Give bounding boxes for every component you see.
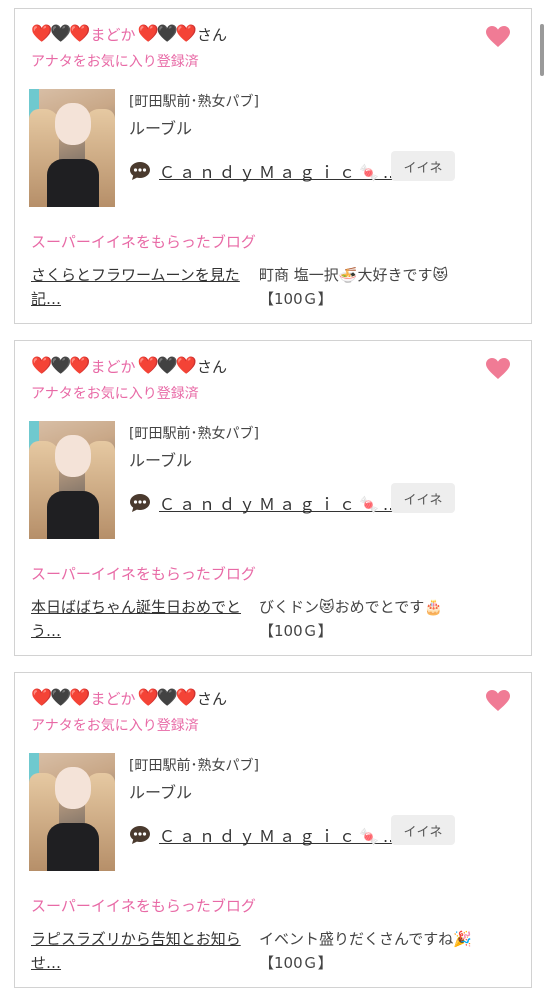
shop-name[interactable]: [町田駅前･熟女パブ]	[129, 91, 259, 111]
blog-post-link[interactable]: さくらとフラワームーンを見た記…	[31, 263, 251, 311]
user-name-row[interactable]: ❤️🖤❤️ まどか ❤️🖤❤️ さん	[31, 685, 227, 711]
chat-bubble-icon	[130, 826, 150, 844]
user-name[interactable]: まどか	[91, 688, 136, 709]
like-button[interactable]: イイネ	[391, 815, 455, 845]
favorite-heart-icon[interactable]	[485, 25, 511, 49]
chat-bubble-icon	[130, 162, 150, 180]
points-badge: 【100Ｇ】	[259, 290, 333, 308]
comment-text: 町商 塩一択🍜大好きです😻	[259, 266, 449, 284]
super-like-card: ❤️🖤❤️ まどか ❤️🖤❤️ さん アナタをお気に入り登録済 [町田駅前･熟女…	[14, 672, 532, 988]
blog-link-text[interactable]: ＣａｎｄｙＭａｇｉｃ🍬…	[159, 823, 403, 847]
comment-text: びくドン😻おめでとです🎂	[259, 598, 443, 616]
cast-name[interactable]: ルーブル	[129, 447, 192, 471]
cast-name[interactable]: ルーブル	[129, 779, 192, 803]
super-like-comment: びくドン😻おめでとです🎂 【100Ｇ】	[259, 595, 523, 643]
user-name[interactable]: まどか	[91, 356, 136, 377]
favorite-heart-icon[interactable]	[485, 689, 511, 713]
user-name-row[interactable]: ❤️🖤❤️ まどか ❤️🖤❤️ さん	[31, 353, 227, 379]
like-button[interactable]: イイネ	[391, 483, 455, 513]
name-emoji-suffix: ❤️🖤❤️	[137, 688, 197, 708]
scrollbar[interactable]	[540, 24, 544, 76]
user-name-row[interactable]: ❤️🖤❤️ まどか ❤️🖤❤️ さん	[31, 21, 227, 47]
section-label: スーパーイイネをもらったブログ	[31, 233, 256, 251]
cast-avatar[interactable]	[29, 753, 115, 871]
shop-name[interactable]: [町田駅前･熟女パブ]	[129, 423, 259, 443]
comment-text: イベント盛りだくさんですね🎉	[259, 930, 472, 948]
super-like-comment: 町商 塩一択🍜大好きです😻 【100Ｇ】	[259, 263, 523, 311]
cast-name[interactable]: ルーブル	[129, 115, 192, 139]
section-label: スーパーイイネをもらったブログ	[31, 897, 256, 915]
favorite-heart-icon[interactable]	[485, 357, 511, 381]
super-like-comment: イベント盛りだくさんですね🎉 【100Ｇ】	[259, 927, 523, 975]
name-emoji-suffix: ❤️🖤❤️	[137, 356, 197, 376]
name-emoji-prefix: ❤️🖤❤️	[31, 24, 90, 44]
like-button[interactable]: イイネ	[391, 151, 455, 181]
points-badge: 【100Ｇ】	[259, 954, 333, 972]
favorite-status: アナタをお気に入り登録済	[31, 718, 199, 734]
user-name[interactable]: まどか	[91, 24, 136, 45]
blog-link-text[interactable]: ＣａｎｄｙＭａｇｉｃ🍬…	[159, 159, 403, 183]
cast-blog-link[interactable]: ＣａｎｄｙＭａｇｉｃ🍬…	[129, 823, 403, 847]
honorific: さん	[197, 25, 228, 44]
points-badge: 【100Ｇ】	[259, 622, 333, 640]
super-like-card: ❤️🖤❤️ まどか ❤️🖤❤️ さん アナタをお気に入り登録済 [町田駅前･熟女…	[14, 8, 532, 324]
honorific: さん	[197, 689, 228, 708]
cast-avatar[interactable]	[29, 89, 115, 207]
favorite-status: アナタをお気に入り登録済	[31, 54, 199, 70]
cast-blog-link[interactable]: ＣａｎｄｙＭａｇｉｃ🍬…	[129, 159, 403, 183]
honorific: さん	[197, 357, 228, 376]
name-emoji-prefix: ❤️🖤❤️	[31, 688, 90, 708]
cast-blog-link[interactable]: ＣａｎｄｙＭａｇｉｃ🍬…	[129, 491, 403, 515]
shop-name[interactable]: [町田駅前･熟女パブ]	[129, 755, 259, 775]
favorite-status: アナタをお気に入り登録済	[31, 386, 199, 402]
blog-post-link[interactable]: 本日ばばちゃん誕生日おめでとう…	[31, 595, 251, 643]
section-label: スーパーイイネをもらったブログ	[31, 565, 256, 583]
blog-link-text[interactable]: ＣａｎｄｙＭａｇｉｃ🍬…	[159, 491, 403, 515]
name-emoji-prefix: ❤️🖤❤️	[31, 356, 90, 376]
name-emoji-suffix: ❤️🖤❤️	[137, 24, 197, 44]
blog-post-link[interactable]: ラピスラズリから告知とお知らせ…	[31, 927, 251, 975]
cast-avatar[interactable]	[29, 421, 115, 539]
super-like-card: ❤️🖤❤️ まどか ❤️🖤❤️ さん アナタをお気に入り登録済 [町田駅前･熟女…	[14, 340, 532, 656]
chat-bubble-icon	[130, 494, 150, 512]
